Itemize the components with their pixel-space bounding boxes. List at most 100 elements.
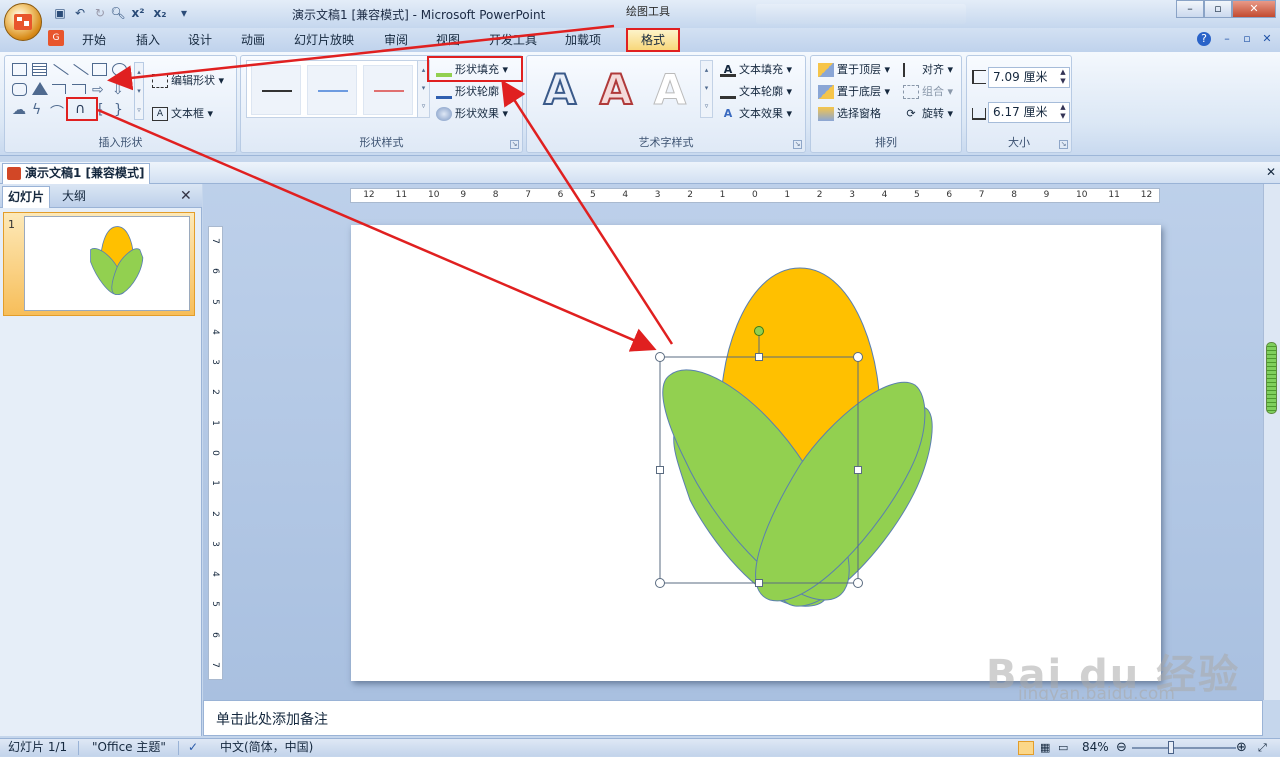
tab-slides[interactable]: 幻灯片 — [2, 186, 50, 208]
tab-addins[interactable]: 加载项 — [560, 30, 606, 52]
send-back-label: 置于底层 — [837, 85, 881, 98]
scrollbar-thumb[interactable] — [1266, 342, 1277, 414]
tab-design[interactable]: 设计 — [180, 30, 220, 52]
vertical-textbox-shape-icon[interactable] — [32, 63, 47, 76]
curve-shape-highlight[interactable]: ∩ — [66, 97, 98, 121]
elbow-connector-icon[interactable] — [52, 84, 66, 94]
zoom-level[interactable]: 84% — [1082, 739, 1109, 757]
height-spinner-icon[interactable]: ▲ ▼ — [1057, 68, 1069, 87]
close-document-icon[interactable]: ✕ — [1266, 165, 1276, 179]
text-fill-button[interactable]: A 文本填充 ▾ — [720, 61, 792, 77]
tab-format[interactable]: 格式 — [626, 28, 680, 52]
text-outline-button[interactable]: 文本轮廓 ▾ — [720, 83, 792, 99]
close-pane-icon[interactable]: ✕ — [180, 188, 192, 204]
office-button[interactable] — [4, 3, 42, 41]
bring-to-front-button[interactable]: 置于顶层 ▾ — [818, 61, 890, 77]
align-button[interactable]: 对齐 ▾ — [903, 61, 953, 77]
shape-fill-button[interactable]: 形状填充 ▾ — [436, 61, 508, 77]
lightning-shape-icon[interactable]: ϟ — [32, 102, 41, 118]
zoom-in-icon[interactable]: ⊕ — [1236, 739, 1247, 757]
fit-to-window-icon[interactable]: ⤢ — [1258, 739, 1267, 757]
wordart-style-white[interactable]: A — [646, 65, 694, 115]
minimize-button[interactable]: – — [1176, 0, 1204, 18]
close-button[interactable]: ✕ — [1232, 0, 1276, 18]
text-outline-icon — [720, 85, 736, 99]
ribbon-close-icon[interactable]: ✕ — [1260, 32, 1274, 46]
bracket-shape-icon[interactable]: ⁅ — [98, 102, 103, 118]
elbow-arrow-connector-icon[interactable] — [72, 84, 86, 94]
dialog-launcher-icon[interactable]: ↘ — [510, 140, 519, 149]
zoom-out-icon[interactable]: ⊖ — [1116, 739, 1127, 757]
wordart-style-outline-blue[interactable]: A — [536, 64, 584, 115]
wordart-style-outline-red[interactable]: A — [592, 64, 640, 115]
redo-icon[interactable]: ↻ — [92, 5, 108, 21]
maximize-button[interactable]: ▫ — [1204, 0, 1232, 18]
shapes-gallery-scroll[interactable]: ▴ ▾ ▿ — [134, 62, 144, 120]
undo-icon[interactable]: ↶ — [72, 5, 88, 21]
brace-shape-icon[interactable]: } — [114, 102, 123, 118]
rectangle-shape-icon[interactable] — [92, 63, 107, 76]
superscript-icon[interactable]: x² — [130, 5, 146, 21]
edit-shape-button[interactable]: 编辑形状 ▾ — [152, 72, 224, 88]
print-preview-icon[interactable]: 🔍︎ — [110, 5, 126, 21]
help-icon[interactable]: ? — [1197, 32, 1211, 46]
group-button[interactable]: 组合 ▾ — [903, 83, 953, 99]
arrow-shape-icon[interactable] — [73, 63, 89, 76]
textbox-shape-icon[interactable] — [12, 63, 27, 76]
width-spinner-icon[interactable]: ▲ ▼ — [1057, 103, 1069, 122]
tab-slideshow[interactable]: 幻灯片放映 — [288, 30, 360, 52]
line-shape-icon[interactable] — [53, 63, 69, 76]
tab-insert[interactable]: 插入 — [128, 30, 168, 52]
subscript-icon[interactable]: x₂ — [152, 5, 168, 21]
slideshow-view-icon[interactable]: ▭ — [1058, 739, 1068, 757]
edit-shape-icon — [152, 74, 168, 88]
normal-view-icon[interactable] — [1018, 741, 1034, 755]
text-box-button[interactable]: A 文本框 ▾ — [152, 105, 213, 121]
notes-pane[interactable]: 单击此处添加备注 — [203, 700, 1263, 736]
triangle-shape-icon[interactable] — [32, 82, 48, 95]
spellcheck-icon[interactable]: ✓ — [188, 739, 198, 757]
paint-bucket-icon — [436, 63, 452, 77]
send-to-back-button[interactable]: 置于底层 ▾ — [818, 83, 890, 99]
zoom-slider-track[interactable] — [1132, 747, 1236, 749]
tab-home[interactable]: 开始 — [74, 30, 114, 52]
slide-sorter-icon[interactable]: ▦ — [1040, 739, 1050, 757]
oval-shape-icon[interactable] — [112, 63, 127, 76]
dialog-launcher-icon[interactable]: ↘ — [1059, 140, 1068, 149]
slide-canvas[interactable] — [351, 225, 1161, 681]
shape-height-input[interactable]: 7.09 厘米 ▲ ▼ — [988, 67, 1070, 88]
down-arrow-shape-icon[interactable]: ⇩ — [112, 82, 124, 98]
style-swatch-black[interactable] — [251, 65, 301, 115]
slide-thumbnail[interactable] — [24, 216, 190, 311]
ribbon-restore-icon[interactable]: ▫ — [1240, 32, 1254, 46]
rotate-button[interactable]: ⟳ 旋转 ▾ — [903, 105, 953, 121]
vertical-scrollbar[interactable] — [1263, 184, 1280, 700]
shape-width-input[interactable]: 6.17 厘米 ▲ ▼ — [988, 102, 1070, 123]
selection-pane-button[interactable]: 选择窗格 — [818, 105, 881, 121]
right-arrow-shape-icon[interactable]: ⇨ — [92, 82, 104, 98]
tab-outline[interactable]: 大纲 — [54, 186, 94, 208]
style-swatch-red[interactable] — [363, 65, 413, 115]
ruler-tick-label: 1 — [209, 419, 220, 426]
text-effects-button[interactable]: A 文本效果 ▾ — [720, 105, 792, 121]
rounded-rect-shape-icon[interactable] — [12, 83, 27, 96]
tab-animations[interactable]: 动画 — [233, 30, 273, 52]
ruler-tick-label: 10 — [428, 190, 440, 200]
ribbon-minimize-icon[interactable]: – — [1220, 32, 1234, 46]
zoom-slider-thumb[interactable] — [1168, 741, 1174, 754]
curve-arc-icon[interactable]: ⌒ — [50, 102, 64, 122]
tab-view[interactable]: 视图 — [428, 30, 468, 52]
addin-icon[interactable]: G — [48, 30, 64, 46]
save-icon[interactable]: ▣ — [52, 5, 68, 21]
document-tab[interactable]: 演示文稿1 [兼容模式] — [2, 163, 150, 184]
tab-developer[interactable]: 开发工具 — [484, 30, 542, 52]
shape-effects-button[interactable]: 形状效果 ▾ — [436, 105, 508, 121]
tab-review[interactable]: 审阅 — [376, 30, 416, 52]
freeform-shape-icon[interactable]: ☁ — [12, 102, 26, 118]
shape-outline-button[interactable]: 形状轮廓 ▾ — [436, 83, 508, 99]
align-icon — [903, 63, 919, 77]
customize-quick-access-icon[interactable]: ▾ — [176, 5, 192, 21]
wordart-gallery-scroll[interactable]: ▴ ▾ ▿ — [700, 60, 713, 118]
dialog-launcher-icon[interactable]: ↘ — [793, 140, 802, 149]
style-swatch-blue[interactable] — [307, 65, 357, 115]
